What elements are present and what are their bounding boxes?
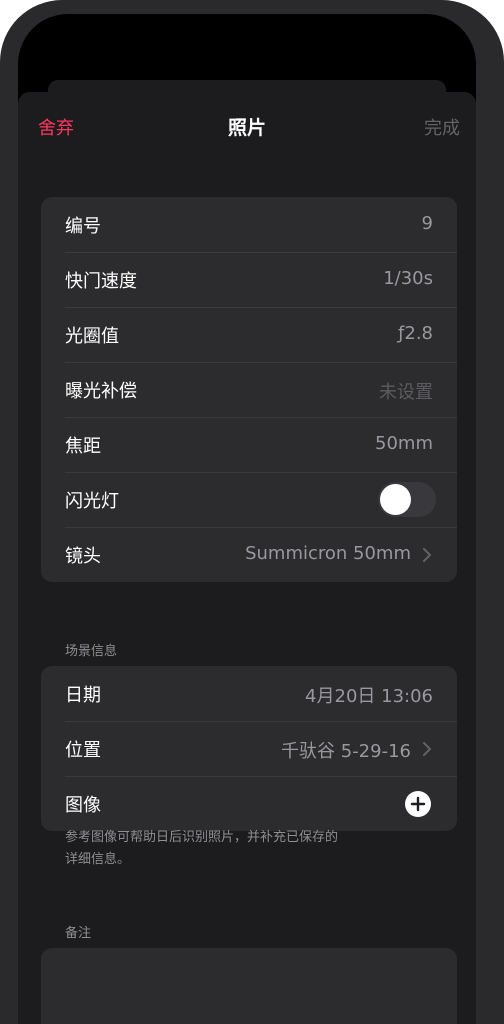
scene-info-group: 日期 4月20日 13:06 位置 千驮谷 5-29-16 图像 xyxy=(41,666,457,831)
notes-header: 备注 xyxy=(65,926,92,941)
row-flash: 闪光灯 xyxy=(41,472,457,527)
row-label: 焦距 xyxy=(65,436,101,457)
row-label: 光圈值 xyxy=(65,326,119,347)
row-focal-length[interactable]: 焦距 50mm xyxy=(41,417,457,472)
row-label: 编号 xyxy=(65,216,101,237)
date-value: 4月20日 13:06 xyxy=(305,686,433,707)
device-frame: 舍弃 照片 完成 编号 9 快门速度 1/30s 光圈值 ƒ2.8 曝光补偿 未… xyxy=(0,0,504,1024)
flash-toggle[interactable] xyxy=(378,482,436,517)
notes-field[interactable] xyxy=(41,948,457,1024)
photo-details-group: 编号 9 快门速度 1/30s 光圈值 ƒ2.8 曝光补偿 未设置 焦距 50m… xyxy=(41,197,457,582)
row-label: 快门速度 xyxy=(65,271,137,292)
focal-length-value: 50mm xyxy=(375,433,433,454)
row-label: 闪光灯 xyxy=(65,491,119,512)
lens-value: Summicron 50mm xyxy=(245,543,411,564)
plus-circle-icon[interactable] xyxy=(405,791,431,817)
row-aperture[interactable]: 光圈值 ƒ2.8 xyxy=(41,307,457,362)
footer-line: 详细信息。 xyxy=(65,852,131,867)
scene-info-header: 场景信息 xyxy=(65,644,118,659)
row-location[interactable]: 位置 千驮谷 5-29-16 xyxy=(41,721,457,776)
exposure-compensation-value: 未设置 xyxy=(379,382,433,403)
row-shutter-speed[interactable]: 快门速度 1/30s xyxy=(41,252,457,307)
image-footer-note: 参考图像可帮助日后识别照片，并补充已保存的 详细信息。 xyxy=(65,827,405,871)
row-number[interactable]: 编号 9 xyxy=(41,197,457,252)
row-label: 位置 xyxy=(65,740,101,761)
row-label: 曝光补偿 xyxy=(65,381,137,402)
row-label: 日期 xyxy=(65,685,101,706)
row-lens[interactable]: 镜头 Summicron 50mm xyxy=(41,527,457,582)
shutter-speed-value: 1/30s xyxy=(383,268,433,289)
row-label: 图像 xyxy=(65,795,101,816)
chevron-right-icon xyxy=(423,548,431,562)
row-date[interactable]: 日期 4月20日 13:06 xyxy=(41,666,457,721)
navigation-bar: 舍弃 照片 完成 xyxy=(18,92,476,158)
footer-line: 参考图像可帮助日后识别照片，并补充已保存的 xyxy=(65,830,339,845)
photo-edit-sheet: 舍弃 照片 完成 编号 9 快门速度 1/30s 光圈值 ƒ2.8 曝光补偿 未… xyxy=(18,92,476,1024)
location-value: 千驮谷 5-29-16 xyxy=(281,741,411,762)
row-exposure-compensation[interactable]: 曝光补偿 未设置 xyxy=(41,362,457,417)
done-button[interactable]: 完成 xyxy=(424,114,460,140)
row-image: 图像 xyxy=(41,776,457,831)
aperture-value: ƒ2.8 xyxy=(398,323,433,344)
chevron-right-icon xyxy=(423,742,431,756)
toggle-knob xyxy=(380,484,411,515)
screen: 舍弃 照片 完成 编号 9 快门速度 1/30s 光圈值 ƒ2.8 曝光补偿 未… xyxy=(18,14,476,1024)
row-label: 镜头 xyxy=(65,546,101,567)
page-title: 照片 xyxy=(227,117,266,139)
number-value: 9 xyxy=(421,213,433,234)
